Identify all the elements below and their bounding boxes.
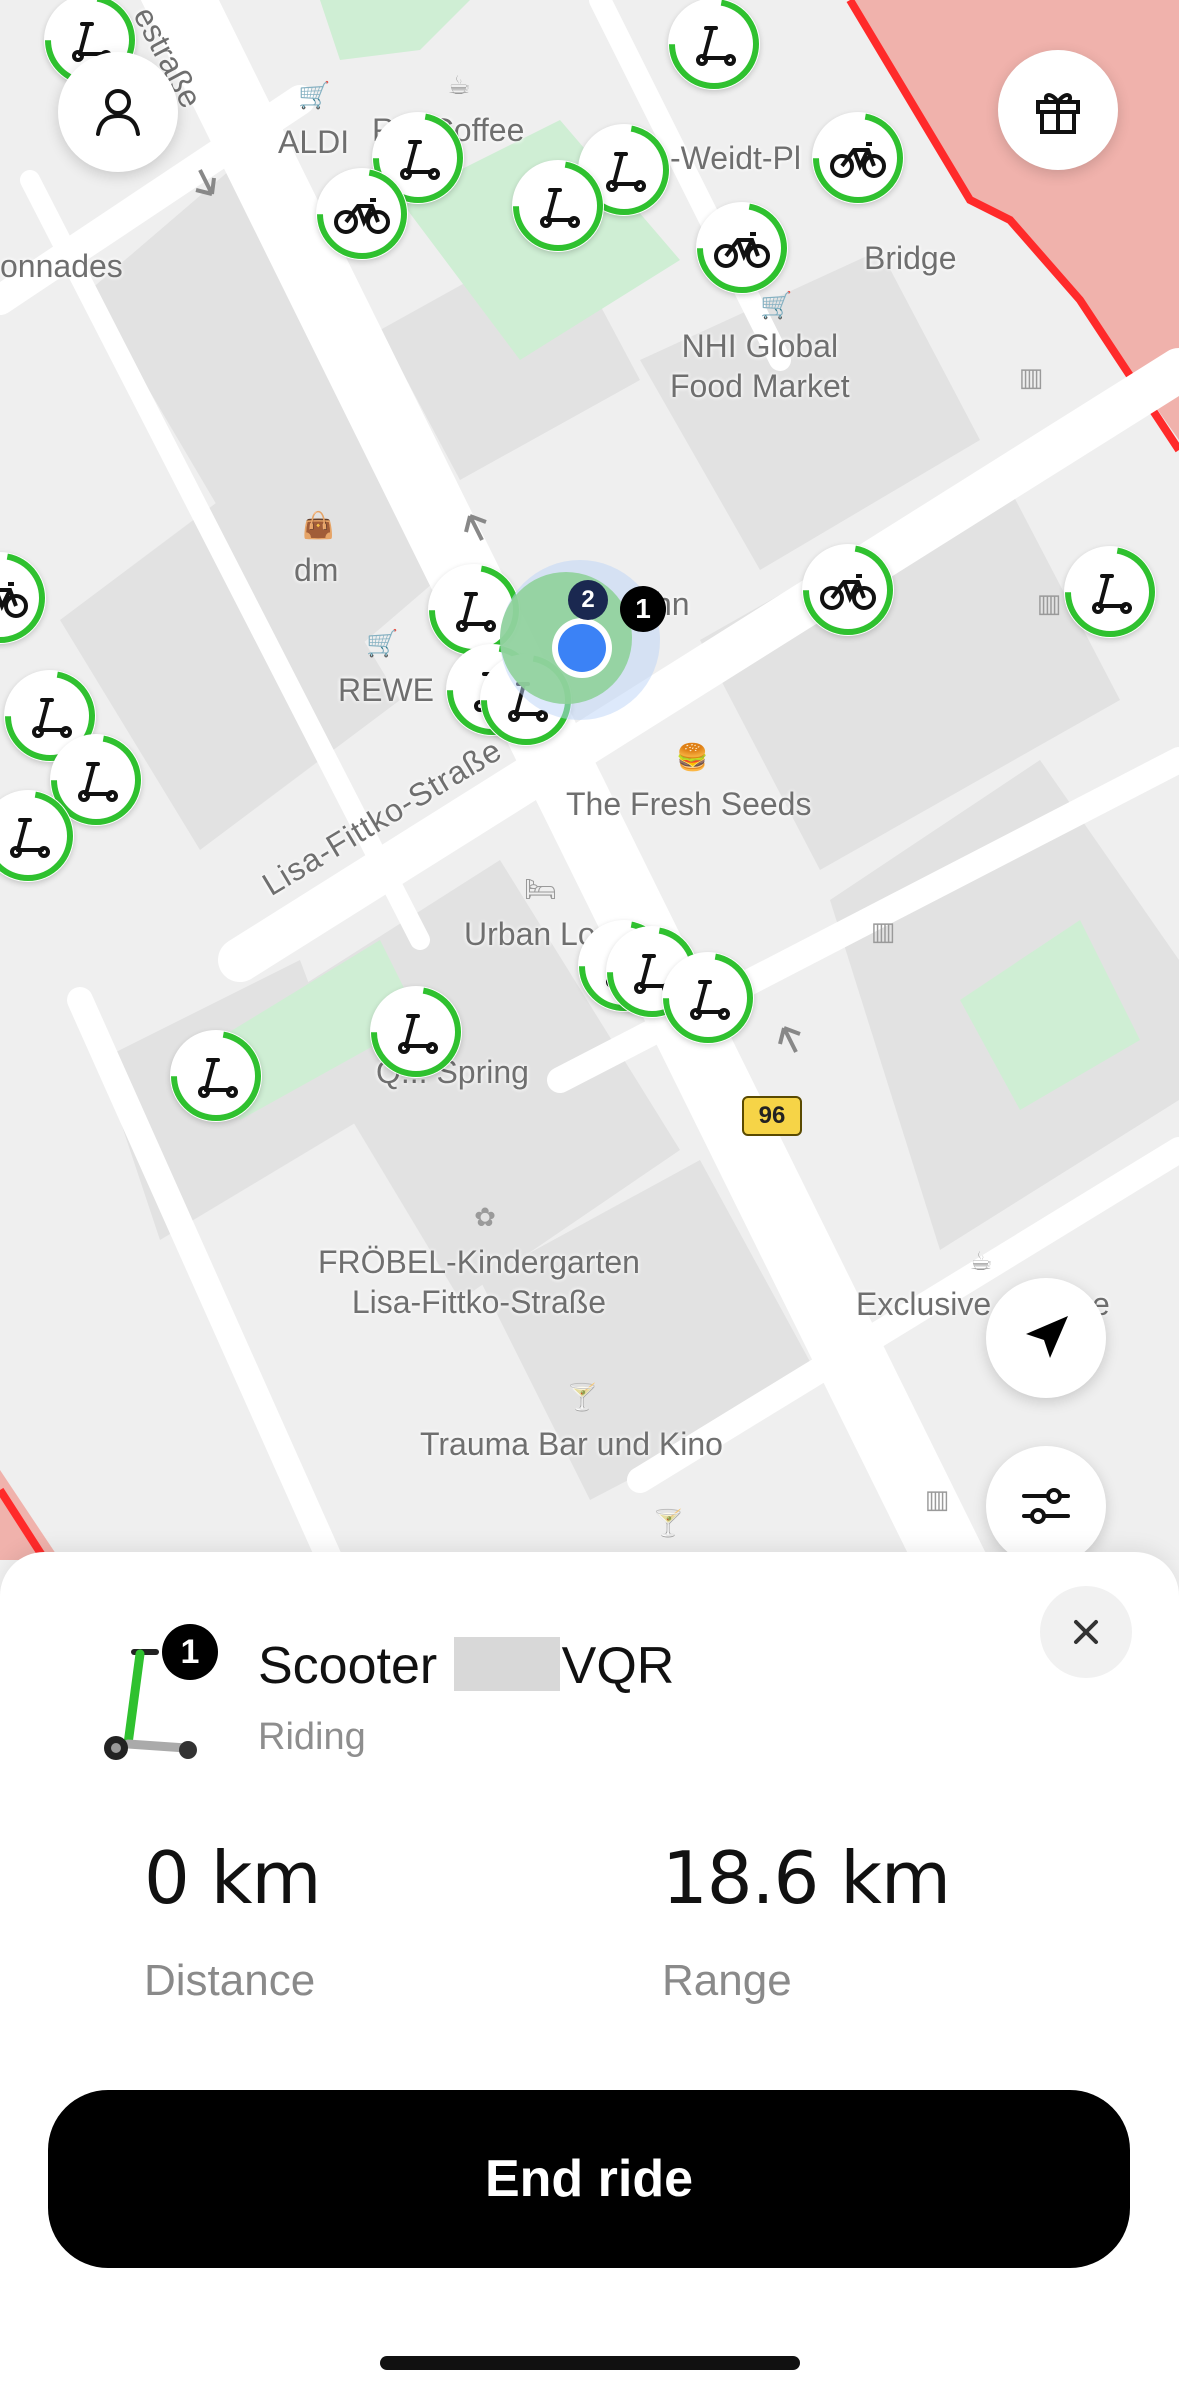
bike-marker[interactable] — [0, 552, 46, 644]
bike-marker[interactable] — [802, 544, 894, 636]
scooter-icon — [0, 791, 73, 881]
museum-icon: ▥ — [1036, 588, 1062, 618]
coffee-cup-icon: ☕ — [447, 70, 471, 100]
bike-marker[interactable] — [316, 168, 408, 260]
shopping-cart-icon: 🛒 — [298, 80, 331, 110]
place-label-colonnades: onnades — [0, 248, 123, 284]
filter-button[interactable] — [986, 1446, 1106, 1560]
burger-icon: 🍔 — [676, 742, 709, 772]
place-label-rewe: REWE — [338, 672, 434, 708]
range-value: 18.6 km — [662, 1836, 951, 1920]
route-number-sign: 96 — [742, 1096, 802, 1136]
user-location-marker — [500, 560, 660, 720]
scooter-marker[interactable] — [170, 1030, 262, 1122]
bicycle-icon — [697, 203, 787, 293]
bicycle-icon — [803, 545, 893, 635]
vehicle-title: Scooter VQR — [258, 1636, 674, 1696]
gift-icon — [1036, 93, 1080, 134]
range-label: Range — [662, 1956, 792, 2005]
scooter-icon — [669, 0, 759, 89]
profile-button[interactable] — [58, 52, 178, 172]
shopping-cart-icon: 🛒 — [366, 628, 399, 658]
place-label-froebel: FRÖBEL-Kindergarten Lisa-Fittko-Straße — [318, 1244, 640, 1320]
place-label-trauma: Trauma Bar und Kino — [420, 1426, 723, 1462]
scooter-marker[interactable] — [370, 986, 462, 1078]
locate-button[interactable] — [986, 1278, 1106, 1398]
cluster-badge: 2 — [568, 580, 608, 620]
ride-status: Riding — [258, 1716, 366, 1758]
scooter-icon — [371, 987, 461, 1077]
place-label-aldi: ALDI — [278, 124, 350, 160]
coffee-cup-icon: ☕ — [969, 1246, 993, 1276]
redacted-vehicle-id — [453, 1637, 560, 1691]
bicycle-icon — [813, 113, 903, 203]
bike-marker[interactable] — [696, 202, 788, 294]
vehicle-type: Scooter — [258, 1637, 438, 1695]
scooter-icon — [663, 952, 753, 1043]
distance-value: 0 km — [144, 1836, 322, 1920]
gift-button[interactable] — [998, 50, 1118, 170]
scooter-icon — [513, 161, 603, 251]
bike-marker[interactable] — [812, 112, 904, 204]
map-view[interactable]: Lisa-Fittko-Straße estraße ALDI R... Cof… — [0, 0, 1179, 1560]
vehicle-badge: 1 — [162, 1624, 218, 1680]
scooter-marker[interactable] — [0, 790, 74, 882]
place-label-weidt: -Weidt-Pl — [670, 140, 801, 176]
place-label-dm: dm — [294, 552, 339, 588]
scooter-marker[interactable] — [1064, 546, 1156, 638]
place-label-exclusive: Exclusive — [856, 1286, 992, 1322]
scooter-icon — [1065, 547, 1155, 637]
home-indicator — [380, 2356, 800, 2370]
place-label-nhi: NHI Global Food Market — [670, 328, 850, 404]
close-button[interactable] — [1040, 1586, 1132, 1678]
scooter-marker[interactable] — [512, 160, 604, 252]
cocktail-icon: 🍸 — [652, 1508, 685, 1538]
navigation-arrow-icon — [1026, 1316, 1068, 1358]
bed-icon: 🛏 — [524, 874, 558, 904]
vehicle-code: VQR — [561, 1637, 675, 1695]
cocktail-icon: 🍸 — [566, 1382, 599, 1412]
distance-label: Distance — [144, 1956, 316, 2005]
scooter-marker[interactable] — [668, 0, 760, 90]
place-label-bridge: Bridge — [864, 240, 957, 276]
playground-icon: ✿ — [474, 1202, 496, 1232]
place-label-urban-loft: Urban Lo — [464, 916, 596, 952]
end-ride-button[interactable]: End ride — [48, 2090, 1130, 2268]
museum-icon: ▥ — [924, 1484, 950, 1514]
museum-icon: ▥ — [1018, 362, 1044, 392]
museum-icon: ▥ — [870, 916, 896, 946]
place-label-fresh-seeds: The Fresh Seeds — [566, 786, 812, 822]
person-icon — [96, 89, 140, 136]
sliders-icon — [1022, 1488, 1070, 1524]
scooter-marker[interactable] — [662, 952, 754, 1044]
cluster-badge: 1 — [620, 586, 666, 632]
scooter-icon — [171, 1031, 261, 1121]
shopping-cart-icon: 🛒 — [760, 290, 793, 320]
shopping-bag-icon: 👜 — [302, 510, 335, 540]
close-icon — [1074, 1620, 1098, 1644]
bicycle-icon — [317, 169, 407, 259]
bicycle-icon — [0, 553, 45, 643]
